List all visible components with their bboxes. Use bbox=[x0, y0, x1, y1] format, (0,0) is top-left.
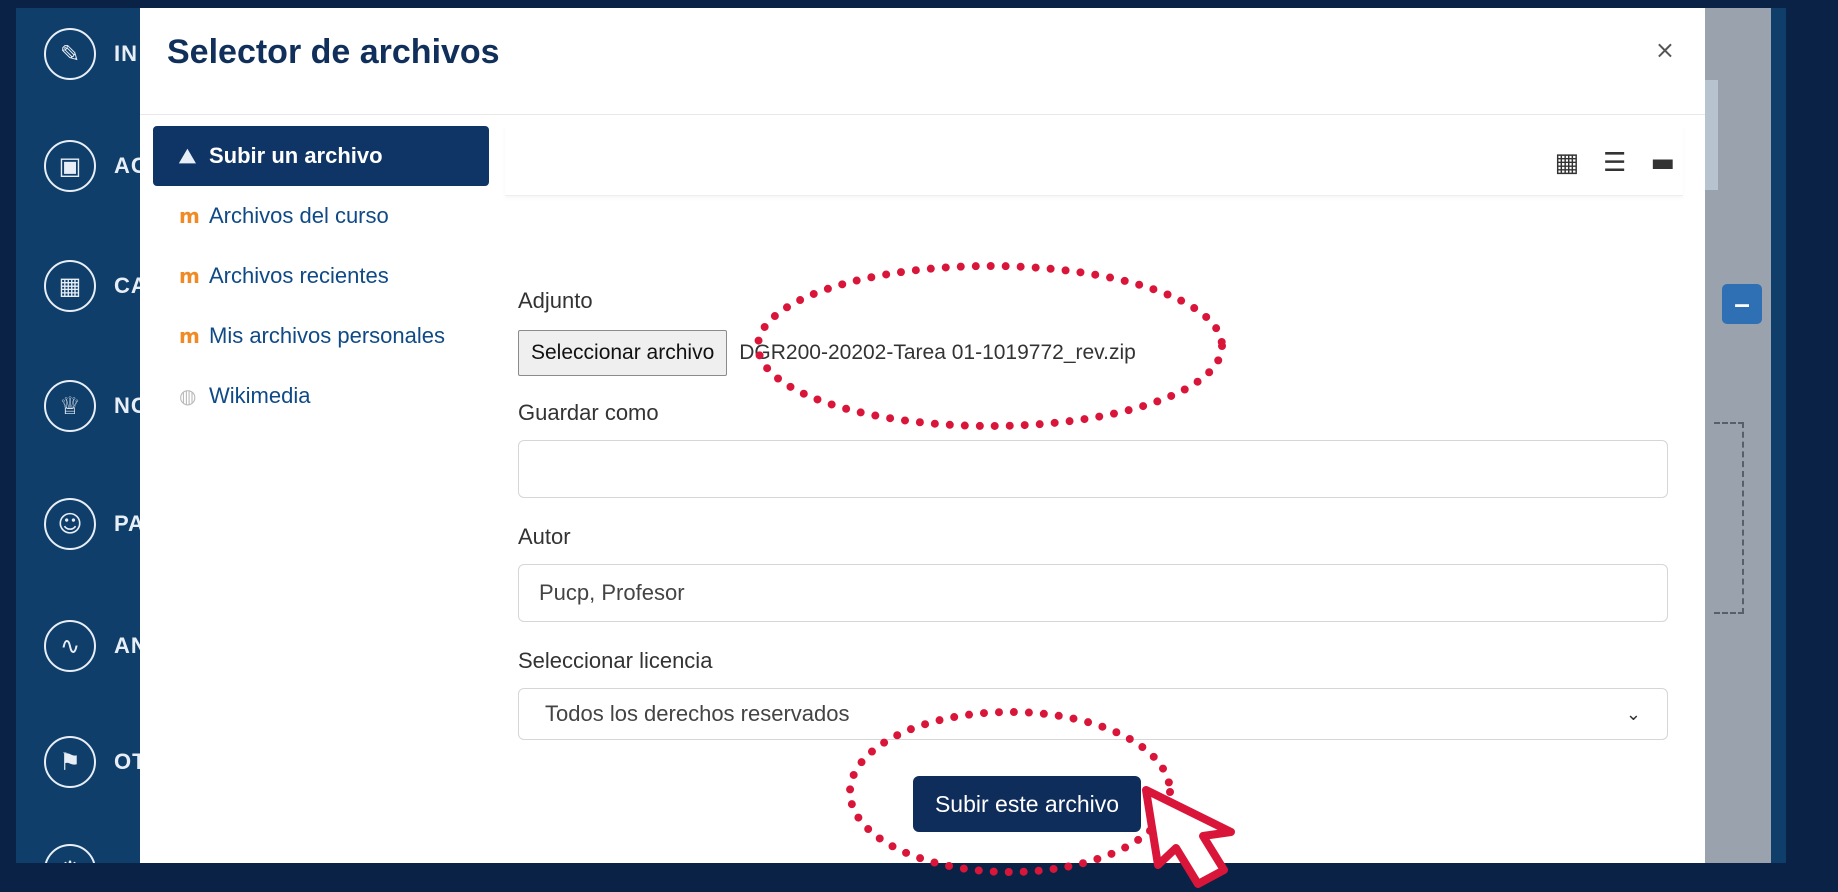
attachment-label: Adjunto bbox=[518, 288, 593, 313]
chevron-down-icon: ⌄ bbox=[1625, 703, 1641, 725]
monitor-icon: ▣ bbox=[44, 140, 96, 192]
file-picker-modal: Selector de archivos × ⛰ Subir un archiv… bbox=[140, 8, 1705, 863]
repo-label: Mis archivos personales bbox=[209, 323, 445, 348]
repo-label: Subir un archivo bbox=[209, 143, 383, 168]
left-navigation: ✎ IN ▣ AC ▦ CA ♕ NC ☺ PA ∿ AN ⚑ OT ⚙ bbox=[16, 8, 156, 863]
moodle-icon: m bbox=[179, 204, 200, 228]
repo-label: Archivos del curso bbox=[209, 203, 389, 228]
repository-list: ⛰ Subir un archivo m Archivos del curso … bbox=[153, 126, 489, 426]
apple-book-icon: ✎ bbox=[44, 28, 96, 80]
save-as-field[interactable] bbox=[518, 440, 1668, 498]
list-view-icon[interactable]: ☰ bbox=[1603, 148, 1626, 178]
repo-wikimedia[interactable]: ◍ Wikimedia bbox=[153, 366, 489, 426]
nav-label: IN bbox=[114, 41, 138, 66]
save-as-label: Guardar como bbox=[518, 400, 659, 425]
upload-icon: ⛰ bbox=[179, 144, 196, 168]
repo-label: Archivos recientes bbox=[209, 263, 389, 288]
signpost-icon: ⚑ bbox=[44, 736, 96, 788]
license-selected-value: Todos los derechos reservados bbox=[545, 701, 850, 726]
right-border-strip bbox=[1771, 8, 1786, 863]
author-field[interactable] bbox=[518, 564, 1668, 622]
file-picker-toolbar: ▦ ☰ ▬ bbox=[505, 126, 1683, 196]
trophy-icon: ♕ bbox=[44, 380, 96, 432]
modal-title: Selector de archivos bbox=[167, 33, 500, 71]
gear-icon: ⚙ bbox=[44, 844, 96, 863]
select-file-button[interactable]: Seleccionar archivo bbox=[518, 330, 728, 376]
repo-upload-file[interactable]: ⛰ Subir un archivo bbox=[153, 126, 489, 186]
people-icon: ☺ bbox=[44, 498, 96, 550]
collapse-button[interactable]: – bbox=[1722, 284, 1762, 324]
wikimedia-icon: ◍ bbox=[179, 384, 197, 408]
repo-recent-files[interactable]: m Archivos recientes bbox=[153, 246, 489, 306]
upload-this-file-button[interactable]: Subir este archivo bbox=[913, 776, 1141, 832]
repo-label: Wikimedia bbox=[209, 383, 311, 408]
chart-line-icon: ∿ bbox=[44, 620, 96, 672]
dashed-dropzone-edge bbox=[1714, 422, 1744, 614]
folder-view-icon[interactable]: ▬ bbox=[1650, 148, 1675, 178]
calendar-icon: ▦ bbox=[44, 260, 96, 312]
license-label: Seleccionar licencia bbox=[518, 648, 713, 673]
license-select[interactable]: Todos los derechos reservados ⌄ bbox=[518, 688, 1668, 740]
header-divider bbox=[140, 114, 1705, 115]
author-label: Autor bbox=[518, 524, 571, 549]
grid-view-icon[interactable]: ▦ bbox=[1555, 148, 1580, 178]
close-icon[interactable]: × bbox=[1655, 36, 1675, 64]
moodle-icon: m bbox=[179, 264, 200, 288]
selected-file-name: DGR200-20202-Tarea 01-1019772_rev.zip bbox=[739, 341, 1136, 364]
repo-course-files[interactable]: m Archivos del curso bbox=[153, 186, 489, 246]
upload-form: Adjunto Seleccionar archivo DGR200-20202… bbox=[518, 288, 1668, 740]
view-switcher: ▦ ☰ ▬ bbox=[1555, 148, 1675, 178]
file-input-row: Seleccionar archivo DGR200-20202-Tarea 0… bbox=[518, 330, 1668, 376]
moodle-icon: m bbox=[179, 324, 200, 348]
repo-private-files[interactable]: m Mis archivos personales bbox=[153, 306, 489, 366]
license-select-wrap: Todos los derechos reservados ⌄ bbox=[518, 688, 1668, 740]
